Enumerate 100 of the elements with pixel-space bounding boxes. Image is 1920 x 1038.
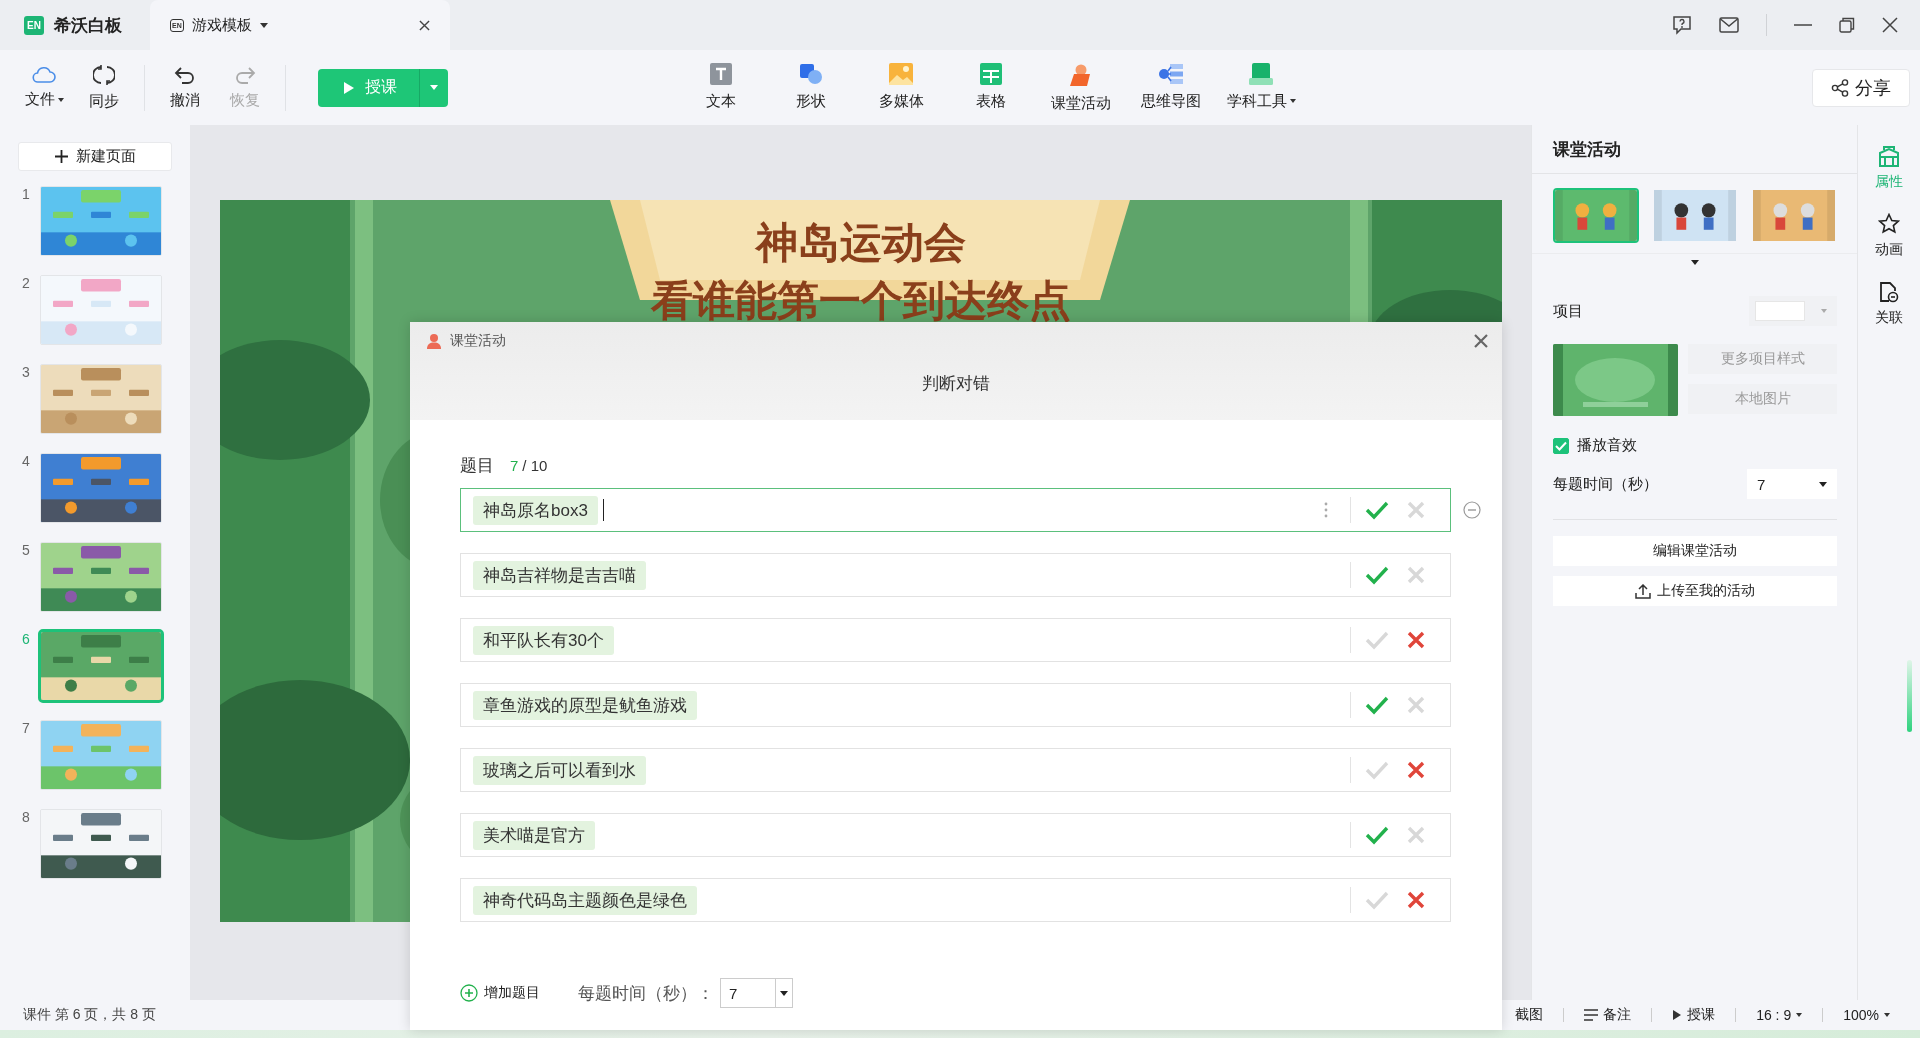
statement-row[interactable]: 神岛吉祥物是吉吉喵 <box>460 553 1451 597</box>
statement-row[interactable]: 玻璃之后可以看到水 <box>460 748 1451 792</box>
time-select[interactable]: 7 <box>720 978 793 1008</box>
add-question-button[interactable]: 增加题目 <box>460 984 540 1002</box>
slide-number: 5 <box>22 542 31 558</box>
restore-icon[interactable] <box>1839 17 1855 33</box>
new-page-button[interactable]: 新建页面 <box>18 142 172 171</box>
statement-text: 和平队长有30个 <box>473 625 614 655</box>
statement-text: 章鱼游戏的原型是鱿鱼游戏 <box>473 690 697 720</box>
cross-icon[interactable] <box>1407 761 1425 779</box>
play-icon <box>1672 1009 1683 1021</box>
statement-row[interactable]: 章鱼游戏的原型是鱿鱼游戏 <box>460 683 1451 727</box>
statement-row[interactable]: 美术喵是官方 <box>460 813 1451 857</box>
toolbar-button[interactable]: 撤消 <box>157 65 213 110</box>
text-icon <box>710 62 732 85</box>
slide-number: 8 <box>22 809 31 825</box>
status-button[interactable]: 截图 <box>1515 1006 1564 1024</box>
star-icon <box>1878 213 1900 235</box>
expand-caret-icon[interactable] <box>1690 260 1699 265</box>
question-label: 题目 <box>460 455 494 477</box>
slide-thumbnail[interactable] <box>38 629 164 703</box>
status-button[interactable]: 100% <box>1823 1007 1910 1023</box>
toolbar-button[interactable]: 同步 <box>76 64 132 111</box>
app-logo: EN <box>24 15 44 35</box>
upload-button[interactable]: 上传至我的活动 <box>1553 576 1837 606</box>
slide-number: 7 <box>22 720 31 736</box>
close-icon[interactable] <box>1882 17 1898 33</box>
statement-text: 玻璃之后可以看到水 <box>473 755 646 785</box>
time-select[interactable]: 7 <box>1747 469 1837 499</box>
cross-icon[interactable] <box>1407 631 1425 649</box>
time-label: 每题时间（秒）： <box>578 982 714 1005</box>
status-button[interactable]: 授课 <box>1652 1006 1736 1024</box>
check-icon[interactable] <box>1365 565 1389 585</box>
text-cursor <box>602 499 605 521</box>
plus-circle-icon <box>460 984 478 1002</box>
toolbar-button[interactable]: 文件 <box>16 66 72 109</box>
side-tab[interactable]: 关联 <box>1875 281 1903 327</box>
side-tab[interactable]: 动画 <box>1875 213 1903 259</box>
statement-text: 神岛吉祥物是吉吉喵 <box>473 560 646 590</box>
book-icon <box>1249 62 1273 85</box>
statement-text: 神奇代码岛主题颜色是绿色 <box>473 885 697 915</box>
undo-icon <box>174 65 196 85</box>
image-icon <box>889 62 913 85</box>
slide-number: 3 <box>22 364 31 380</box>
shapes-icon <box>799 62 823 85</box>
remove-icon[interactable] <box>1463 501 1481 519</box>
statement-text: 神岛原名box3 <box>473 495 598 525</box>
teach-label: 授课 <box>365 77 397 97</box>
more-icon[interactable] <box>1324 502 1328 518</box>
question-count: 7 <box>510 457 519 474</box>
page-info: 课件 第 6 页，共 8 页 <box>23 1006 157 1024</box>
document-title: 游戏模板 <box>191 15 252 35</box>
slide-number: 4 <box>22 453 31 469</box>
insert-tool-button[interactable]: 课堂活动 <box>1041 62 1121 113</box>
sync-icon <box>93 64 115 86</box>
status-button[interactable]: 16 : 9 <box>1736 1007 1823 1023</box>
upload-icon <box>1635 583 1651 599</box>
statement-row[interactable]: 和平队长有30个 <box>460 618 1451 662</box>
cloud-icon <box>32 66 56 84</box>
plus-icon <box>54 150 68 163</box>
panel-title: 课堂活动 <box>1532 125 1857 174</box>
insert-tool-button[interactable]: 多媒体 <box>861 62 941 113</box>
slide-number: 6 <box>22 631 31 647</box>
mind-map-icon <box>1158 62 1184 85</box>
edit-activity-button[interactable]: 编辑课堂活动 <box>1553 536 1837 566</box>
statement-text: 美术喵是官方 <box>473 820 595 850</box>
slide-number: 1 <box>22 186 31 202</box>
sound-label: 播放音效 <box>1577 436 1637 455</box>
close-icon[interactable] <box>1474 334 1488 348</box>
check-icon[interactable] <box>1365 695 1389 715</box>
table-icon <box>980 62 1002 85</box>
checkbox[interactable] <box>1553 437 1569 454</box>
scroll-indicator <box>1907 660 1912 732</box>
insert-tool-button[interactable]: 表格 <box>951 62 1031 113</box>
cross-icon[interactable] <box>1407 891 1425 909</box>
insert-tool-button[interactable]: 思维导图 <box>1131 62 1211 113</box>
insert-tool-button[interactable]: 形状 <box>771 62 851 113</box>
dialog-header: 课堂活动 <box>450 332 506 350</box>
list-icon <box>1584 1009 1599 1021</box>
caret-icon[interactable] <box>259 22 268 28</box>
check-icon[interactable] <box>1365 500 1389 520</box>
person-card-icon <box>1069 62 1093 87</box>
app-name: 希沃白板 <box>53 14 122 37</box>
building-icon <box>1878 145 1900 167</box>
mail-icon[interactable] <box>1719 17 1739 33</box>
linked-file-icon <box>1879 281 1899 303</box>
slide-number: 2 <box>22 275 31 291</box>
check-icon[interactable] <box>1365 825 1389 845</box>
question-total: / 10 <box>522 457 548 474</box>
help-icon[interactable] <box>1672 15 1692 35</box>
close-icon[interactable] <box>419 19 430 31</box>
statement-row[interactable]: 神岛原名box3 <box>460 488 1451 532</box>
item-label: 项目 <box>1553 301 1583 321</box>
redo-icon <box>234 65 256 85</box>
dialog-title: 判断对错 <box>921 373 991 395</box>
insert-tool-button[interactable]: 学科工具 <box>1221 62 1301 113</box>
statement-row[interactable]: 神奇代码岛主题颜色是绿色 <box>460 878 1451 922</box>
insert-tool-button[interactable]: 文本 <box>681 62 761 113</box>
share-button[interactable]: 分享 <box>1812 68 1910 107</box>
status-button[interactable]: 备注 <box>1564 1006 1652 1024</box>
